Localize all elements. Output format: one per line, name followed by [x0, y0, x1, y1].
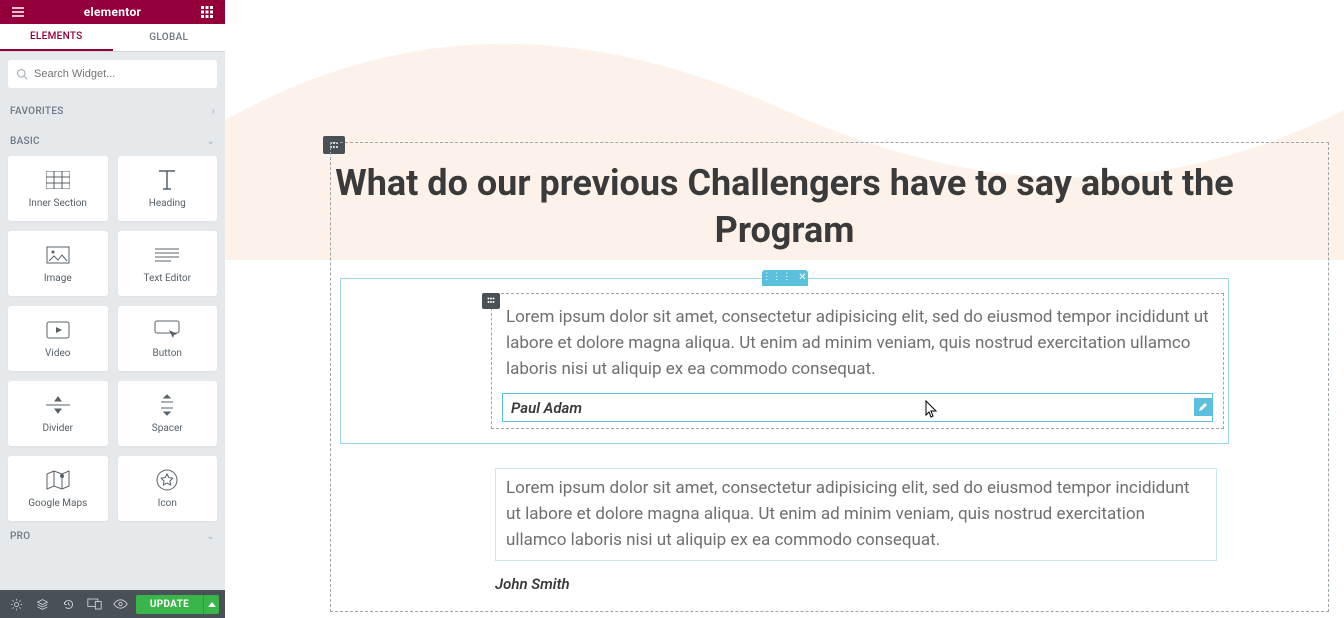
columns-icon — [45, 168, 71, 192]
widget-label: Icon — [158, 498, 177, 509]
devices-icon — [87, 598, 102, 610]
category-favorites[interactable]: FAVORITES › — [0, 96, 225, 126]
widget-label: Divider — [42, 423, 73, 434]
chevron-down-icon: ⌄ — [206, 531, 215, 542]
widget-label: Video — [45, 348, 70, 359]
search-box[interactable] — [8, 60, 217, 88]
widget-label: Heading — [149, 198, 186, 209]
category-label: FAVORITES — [10, 106, 64, 117]
widget-icon[interactable]: Icon — [118, 456, 218, 521]
widget-text-editor[interactable]: Text Editor — [118, 231, 218, 296]
panel-tabs: ELEMENTS GLOBAL — [0, 24, 225, 52]
widget-label: Inner Section — [29, 198, 87, 209]
panel-footer: UPDATE — [0, 590, 225, 618]
hamburger-menu-button[interactable] — [10, 4, 26, 20]
panel-header: elementor — [0, 0, 225, 24]
widget-spacer[interactable]: Spacer — [118, 381, 218, 446]
search-input[interactable] — [34, 68, 209, 80]
widget-label: Spacer — [152, 423, 183, 434]
button-icon — [154, 318, 180, 342]
widgets-grid: Inner Section Heading Image Text Editor … — [0, 156, 225, 521]
widget-label: Text Editor — [144, 273, 191, 284]
widget-divider[interactable]: Divider — [8, 381, 108, 446]
preview-area: What do our previous Challengers have to… — [225, 0, 1344, 618]
widget-inner-section[interactable]: Inner Section — [8, 156, 108, 221]
gear-icon — [10, 598, 23, 611]
history-button[interactable] — [58, 594, 80, 614]
chevron-down-icon: ⌄ — [206, 136, 215, 147]
category-pro[interactable]: PRO ⌄ — [0, 521, 225, 551]
widget-button[interactable]: Button — [118, 306, 218, 371]
widget-label: Google Maps — [28, 498, 87, 509]
map-icon — [45, 468, 71, 492]
caret-up-icon — [208, 602, 216, 607]
category-basic[interactable]: BASIC ⌄ — [0, 126, 225, 156]
tab-elements[interactable]: ELEMENTS — [0, 24, 113, 51]
history-icon — [62, 598, 75, 611]
widget-label: Button — [153, 348, 182, 359]
category-label: PRO — [10, 531, 30, 542]
preview-button[interactable] — [110, 594, 132, 614]
text-icon — [154, 243, 180, 267]
spacer-icon — [154, 393, 180, 417]
search-wrap — [0, 52, 225, 96]
section-outline — [330, 142, 1329, 612]
video-icon — [45, 318, 71, 342]
search-icon — [16, 68, 28, 80]
eye-icon — [113, 599, 128, 609]
star-icon — [154, 468, 180, 492]
widget-google-maps[interactable]: Google Maps — [8, 456, 108, 521]
category-label: BASIC — [10, 136, 40, 147]
heading-icon — [154, 168, 180, 192]
publish-group: UPDATE — [136, 595, 219, 614]
widget-heading[interactable]: Heading — [118, 156, 218, 221]
settings-button[interactable] — [6, 594, 28, 614]
layers-icon — [36, 598, 49, 611]
update-button[interactable]: UPDATE — [136, 595, 203, 614]
widget-video[interactable]: Video — [8, 306, 108, 371]
update-options-button[interactable] — [203, 595, 219, 614]
widget-label: Image — [44, 273, 72, 284]
brand-logo: elementor — [26, 5, 199, 19]
canvas: What do our previous Challengers have to… — [285, 148, 1284, 593]
menu-icon — [12, 7, 24, 17]
divider-icon — [45, 393, 71, 417]
widget-image[interactable]: Image — [8, 231, 108, 296]
grid-icon — [201, 6, 213, 18]
chevron-right-icon: › — [212, 106, 215, 117]
tab-global[interactable]: GLOBAL — [113, 24, 226, 51]
navigator-button[interactable] — [32, 594, 54, 614]
image-icon — [45, 243, 71, 267]
responsive-button[interactable] — [84, 594, 106, 614]
editor-panel: elementor ELEMENTS GLOBAL FAVORITES › BA… — [0, 0, 225, 618]
apps-button[interactable] — [199, 4, 215, 20]
